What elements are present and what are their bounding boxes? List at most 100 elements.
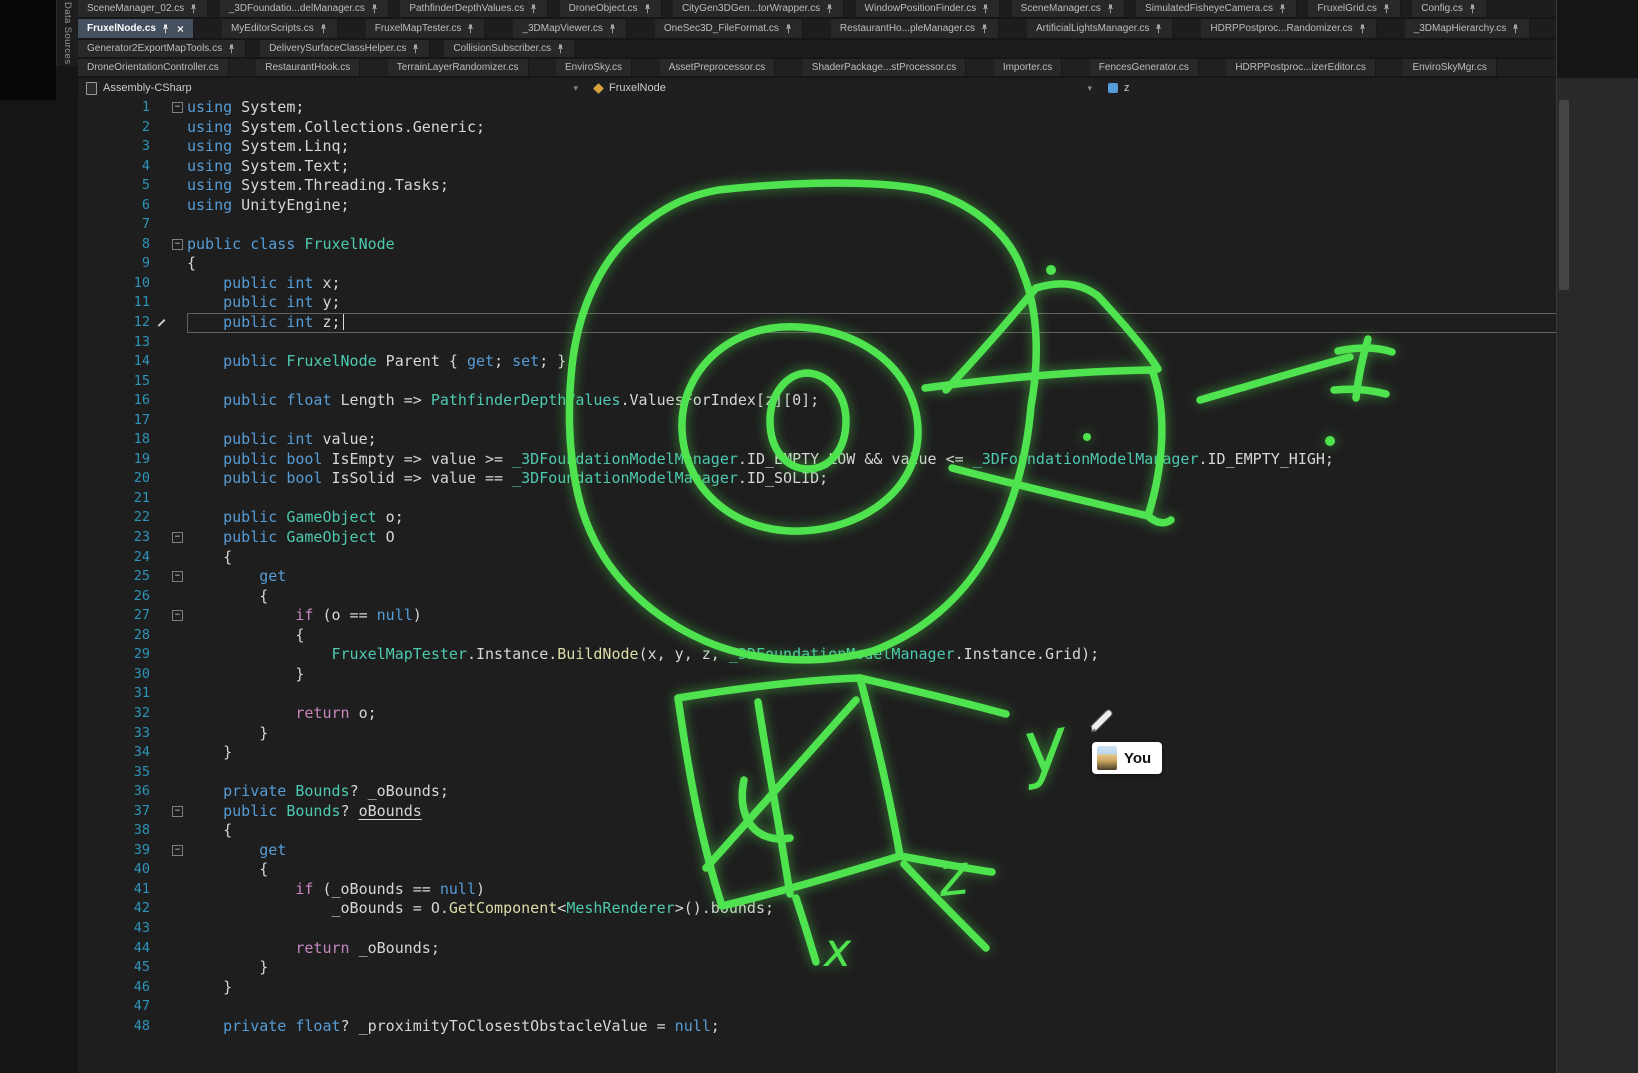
code-line-41[interactable]: 41 if (_oBounds == null) (78, 880, 1557, 900)
code-line-42[interactable]: 42 _oBounds = O.GetComponent<MeshRendere… (78, 899, 1557, 919)
editor-tab-hdrppostproc-randomizer-cs[interactable]: HDRPPostproc...Randomizer.cs (1201, 19, 1376, 38)
code-line-30[interactable]: 30 } (78, 665, 1557, 685)
code-line-40[interactable]: 40 { (78, 860, 1557, 880)
pin-icon[interactable] (189, 4, 198, 14)
pin-icon[interactable] (556, 44, 565, 54)
editor-tab-importer-cs[interactable]: Importer.cs (994, 59, 1062, 76)
code-line-37[interactable]: 37− public Bounds? oBounds (78, 802, 1557, 822)
editor-tab-config-cs[interactable]: Config.cs (1412, 0, 1487, 17)
chevron-down-icon[interactable]: ▾ (1087, 83, 1092, 94)
fold-marker[interactable]: − (168, 606, 187, 626)
fold-marker[interactable]: − (168, 235, 187, 255)
editor-tab-hdrppostproc-izereditor-cs[interactable]: HDRPPostproc...izerEditor.cs (1226, 59, 1376, 76)
code-line-27[interactable]: 27− if (o == null) (78, 606, 1557, 626)
pin-icon[interactable] (643, 4, 652, 14)
editor-tab-generator2exportmaptools-cs[interactable]: Generator2ExportMapTools.cs (78, 40, 246, 57)
code-line-32[interactable]: 32 return o; (78, 704, 1557, 724)
pin-icon[interactable] (227, 44, 236, 54)
editor-tab-droneorientationcontroller-cs[interactable]: DroneOrientationController.cs (78, 59, 229, 76)
fold-marker[interactable]: − (168, 528, 187, 548)
editor-tab-scenemanager-02-cs[interactable]: SceneManager_02.cs (78, 0, 208, 17)
chevron-down-icon[interactable]: ▾ (573, 83, 578, 94)
code-line-3[interactable]: 3using System.Linq; (78, 137, 1557, 157)
editor-tab-droneobject-cs[interactable]: DroneObject.cs (560, 0, 662, 17)
fold-marker[interactable]: − (168, 802, 187, 822)
code-line-6[interactable]: 6using UnityEngine; (78, 196, 1557, 216)
editor-tab-terrainlayerrandomizer-cs[interactable]: TerrainLayerRandomizer.cs (388, 59, 529, 76)
editor-tab-pathfinderdepthvalues-cs[interactable]: PathfinderDepthValues.cs (400, 0, 548, 17)
editor-tab-assetpreprocessor-cs[interactable]: AssetPreprocessor.cs (660, 59, 776, 76)
code-line-38[interactable]: 38 { (78, 821, 1557, 841)
code-line-21[interactable]: 21 (78, 489, 1557, 509)
code-line-8[interactable]: 8−public class FruxelNode (78, 235, 1557, 255)
editor-tab--3dmaphierarchy-cs[interactable]: _3DMapHierarchy.cs (1405, 19, 1531, 38)
editor-tab-collisionsubscriber-cs[interactable]: CollisionSubscriber.cs (444, 40, 575, 57)
editor-tab--3dfoundatio-delmanager-cs[interactable]: _3DFoundatio...delManager.cs (220, 0, 389, 17)
code-line-16[interactable]: 16 public float Length => PathfinderDept… (78, 391, 1557, 411)
code-line-45[interactable]: 45 } (78, 958, 1557, 978)
code-line-2[interactable]: 2using System.Collections.Generic; (78, 118, 1557, 138)
code-line-34[interactable]: 34 } (78, 743, 1557, 763)
code-line-36[interactable]: 36 private Bounds? _oBounds; (78, 782, 1557, 802)
pin-icon[interactable] (1468, 4, 1477, 14)
pin-icon[interactable] (529, 4, 538, 14)
pin-icon[interactable] (608, 24, 617, 34)
code-line-47[interactable]: 47 (78, 997, 1557, 1017)
pin-icon[interactable] (784, 24, 793, 34)
code-line-17[interactable]: 17 (78, 411, 1557, 431)
code-line-39[interactable]: 39− get (78, 841, 1557, 861)
pin-icon[interactable] (161, 24, 170, 34)
editor-tab-windowpositionfinder-cs[interactable]: WindowPositionFinder.cs (856, 0, 1001, 17)
code-line-29[interactable]: 29 FruxelMapTester.Instance.BuildNode(x,… (78, 645, 1557, 665)
code-line-43[interactable]: 43 (78, 919, 1557, 939)
code-line-28[interactable]: 28 { (78, 626, 1557, 646)
code-line-33[interactable]: 33 } (78, 724, 1557, 744)
code-line-25[interactable]: 25− get (78, 567, 1557, 587)
code-line-14[interactable]: 14 public FruxelNode Parent { get; set; … (78, 352, 1557, 372)
editor-tab-enviroskymgr-cs[interactable]: EnviroSkyMgr.cs (1403, 59, 1496, 76)
pin-icon[interactable] (1511, 24, 1520, 34)
editor-tab-fruxelmaptester-cs[interactable]: FruxelMapTester.cs (366, 19, 486, 38)
data-sources-tab[interactable]: Data Sources (56, 0, 78, 66)
code-line-22[interactable]: 22 public GameObject o; (78, 508, 1557, 528)
pin-icon[interactable] (1382, 4, 1391, 14)
editor-tab-restauranthook-cs[interactable]: RestaurantHook.cs (256, 59, 360, 76)
code-line-46[interactable]: 46 } (78, 978, 1557, 998)
code-line-19[interactable]: 19 public bool IsEmpty => value >= _3DFo… (78, 450, 1557, 470)
pin-icon[interactable] (319, 24, 328, 34)
code-line-31[interactable]: 31 (78, 684, 1557, 704)
code-line-5[interactable]: 5using System.Threading.Tasks; (78, 176, 1557, 196)
pin-icon[interactable] (466, 24, 475, 34)
code-line-4[interactable]: 4using System.Text; (78, 157, 1557, 177)
editor-tab-scenemanager-cs[interactable]: SceneManager.cs (1012, 0, 1125, 17)
fold-marker[interactable]: − (168, 98, 187, 118)
code-line-35[interactable]: 35 (78, 763, 1557, 783)
fold-marker[interactable]: − (168, 567, 187, 587)
pin-icon[interactable] (1154, 24, 1163, 34)
scrollbar[interactable] (1559, 100, 1569, 290)
pin-icon[interactable] (1278, 4, 1287, 14)
code-line-24[interactable]: 24 { (78, 548, 1557, 568)
code-line-12[interactable]: 12 public int z; (78, 313, 1557, 333)
type-dropdown[interactable]: FruxelNode ▾ (586, 78, 1100, 98)
code-line-9[interactable]: 9{ (78, 254, 1557, 274)
code-line-7[interactable]: 7 (78, 215, 1557, 235)
code-line-18[interactable]: 18 public int value; (78, 430, 1557, 450)
editor-tab-citygen3dgen-torwrapper-cs[interactable]: CityGen3DGen...torWrapper.cs (673, 0, 844, 17)
code-line-20[interactable]: 20 public bool IsSolid => value == _3DFo… (78, 469, 1557, 489)
editor-tab-deliverysurfaceclasshelper-cs[interactable]: DeliverySurfaceClassHelper.cs (260, 40, 430, 57)
pin-icon[interactable] (411, 44, 420, 54)
code-line-26[interactable]: 26 { (78, 587, 1557, 607)
editor-tab-myeditorscripts-cs[interactable]: MyEditorScripts.cs (222, 19, 338, 38)
fold-marker[interactable]: − (168, 841, 187, 861)
pin-icon[interactable] (980, 24, 989, 34)
code-line-15[interactable]: 15 (78, 372, 1557, 392)
editor-tab-shaderpackage-stprocessor-cs[interactable]: ShaderPackage...stProcessor.cs (803, 59, 967, 76)
code-line-10[interactable]: 10 public int x; (78, 274, 1557, 294)
editor-tab-artificiallightsmanager-cs[interactable]: ArtificialLightsManager.cs (1027, 19, 1173, 38)
editor-tab-simulatedfisheyecamera-cs[interactable]: SimulatedFisheyeCamera.cs (1136, 0, 1297, 17)
editor-tab-fruxelnode-cs[interactable]: FruxelNode.cs× (78, 19, 194, 38)
editor-tab-envirosky-cs[interactable]: EnviroSky.cs (556, 59, 632, 76)
code-line-23[interactable]: 23− public GameObject O (78, 528, 1557, 548)
code-line-48[interactable]: 48 private float? _proximityToClosestObs… (78, 1017, 1557, 1037)
